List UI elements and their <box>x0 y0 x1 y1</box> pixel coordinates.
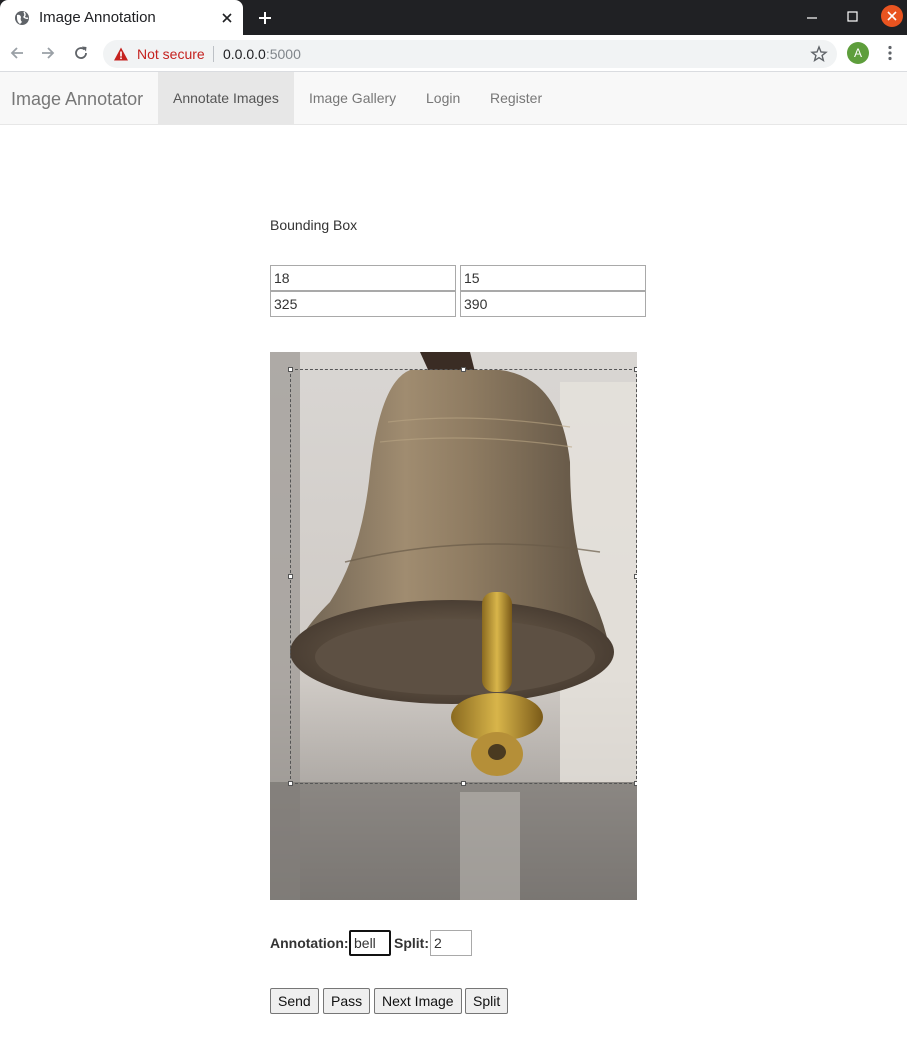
bbox-handle-w[interactable] <box>288 574 293 579</box>
next-image-button[interactable]: Next Image <box>374 988 462 1014</box>
browser-tabstrip: Image Annotation <box>0 0 907 35</box>
send-button[interactable]: Send <box>270 988 319 1014</box>
nav-item-register[interactable]: Register <box>475 72 557 124</box>
split-button[interactable]: Split <box>465 988 509 1014</box>
address-bar[interactable]: Not secure 0.0.0.0:5000 <box>103 40 837 68</box>
nav-item-login[interactable]: Login <box>411 72 475 124</box>
annotation-image[interactable] <box>270 352 637 900</box>
bbox-handle-se[interactable] <box>634 781 637 786</box>
annotation-input[interactable] <box>349 930 391 956</box>
bbox-handle-s[interactable] <box>461 781 466 786</box>
url-text[interactable]: 0.0.0.0:5000 <box>223 46 301 62</box>
browser-toolbar: Not secure 0.0.0.0:5000 A <box>0 35 907 72</box>
maximize-icon[interactable] <box>843 8 861 26</box>
bbox-handle-sw[interactable] <box>288 781 293 786</box>
bounding-box-label: Bounding Box <box>270 217 358 233</box>
url-host: 0.0.0.0 <box>223 46 266 62</box>
browser-tab[interactable]: Image Annotation <box>0 0 243 35</box>
url-port: :5000 <box>265 46 301 62</box>
bounding-box-overlay[interactable] <box>288 367 637 786</box>
bbox-x1-input[interactable] <box>270 265 456 291</box>
security-label[interactable]: Not secure <box>137 46 205 62</box>
bbox-handle-nw[interactable] <box>288 367 293 372</box>
reload-icon[interactable] <box>72 44 90 62</box>
bbox-handle-n[interactable] <box>461 367 466 372</box>
bbox-handle-ne[interactable] <box>634 367 637 372</box>
split-input[interactable] <box>430 930 472 956</box>
split-label: Split: <box>394 935 429 951</box>
window-close-icon[interactable] <box>881 5 903 27</box>
nav-item-annotate-images[interactable]: Annotate Images <box>158 72 294 124</box>
minimize-icon[interactable] <box>803 8 821 26</box>
kebab-menu-icon[interactable] <box>881 44 899 62</box>
nav-item-image-gallery[interactable]: Image Gallery <box>294 72 411 124</box>
omnibox-divider <box>213 46 214 62</box>
annotation-label: Annotation: <box>270 935 349 951</box>
tab-title: Image Annotation <box>39 9 156 26</box>
close-icon[interactable] <box>219 10 235 26</box>
forward-arrow-icon[interactable] <box>39 44 57 62</box>
globe-icon <box>15 11 29 25</box>
bbox-y2-input[interactable] <box>460 291 646 317</box>
bbox-x2-input[interactable] <box>270 291 456 317</box>
warning-icon <box>114 47 128 61</box>
bbox-y1-input[interactable] <box>460 265 646 291</box>
app-navbar: Image Annotator Annotate Images Image Ga… <box>0 72 907 125</box>
profile-avatar[interactable]: A <box>847 42 869 64</box>
star-icon[interactable] <box>810 45 828 63</box>
pass-button[interactable]: Pass <box>323 988 371 1014</box>
back-arrow-icon[interactable] <box>8 44 26 62</box>
bbox-handle-e[interactable] <box>634 574 637 579</box>
new-tab-icon[interactable] <box>256 9 274 27</box>
brand-link[interactable]: Image Annotator <box>11 89 143 110</box>
